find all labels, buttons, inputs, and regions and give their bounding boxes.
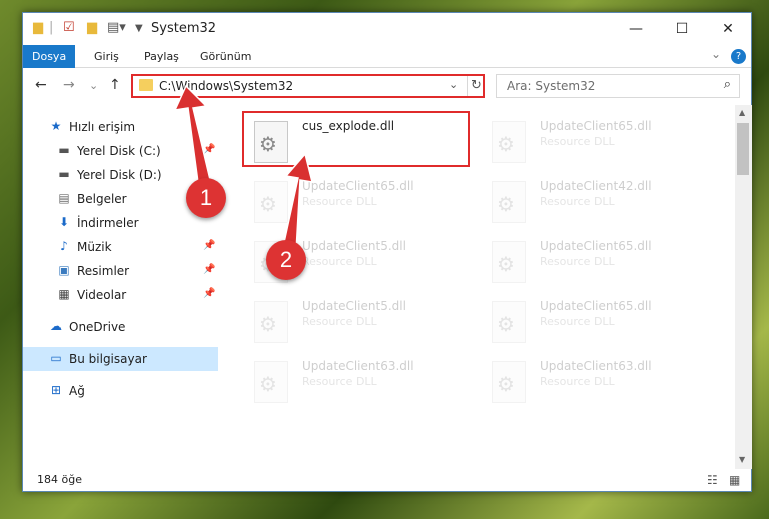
arrow-to-file: [282, 152, 314, 252]
step-1-badge: 1: [186, 178, 226, 218]
annotation-arrows: [173, 84, 314, 252]
arrow-to-address-bar: [173, 84, 213, 191]
step-2-badge: 2: [266, 240, 306, 280]
